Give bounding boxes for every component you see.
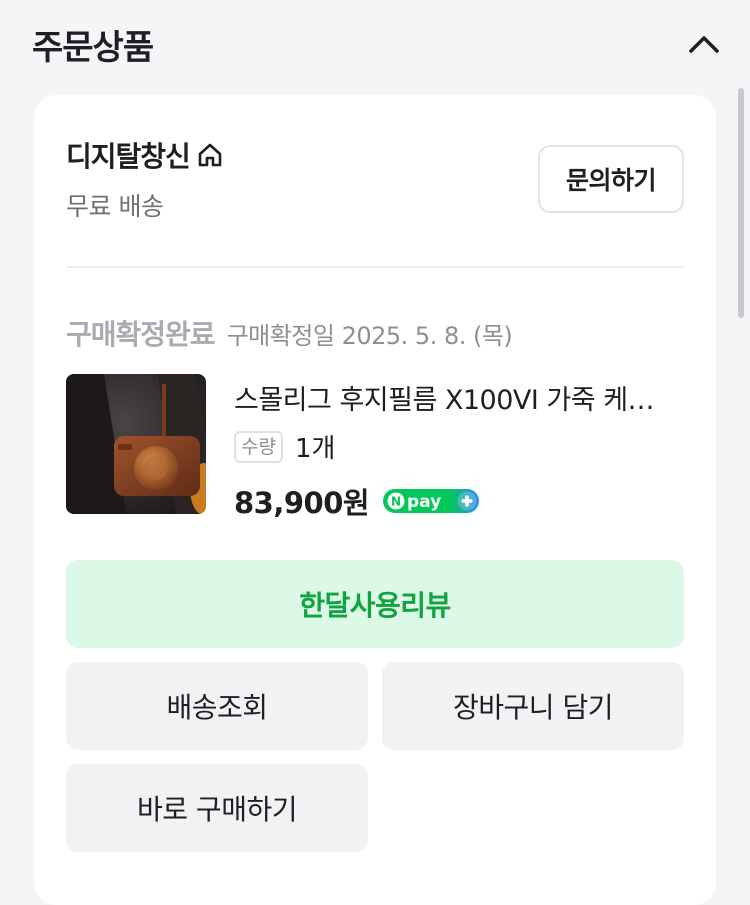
buy-now-button[interactable]: 바로 구매하기: [66, 764, 368, 852]
confirm-date: 구매확정일 2025. 5. 8. (목): [226, 322, 513, 350]
scrollbar[interactable]: [738, 88, 744, 318]
track-delivery-button[interactable]: 배송조회: [66, 662, 368, 750]
order-status: 구매확정완료: [66, 318, 216, 351]
divider: [66, 266, 684, 268]
order-status-row: 구매확정완료 구매확정일 2025. 5. 8. (목): [66, 313, 513, 353]
add-to-cart-button[interactable]: 장바구니 담기: [382, 662, 684, 750]
store-row: 디지탈창신 무료 배송 문의하기: [66, 135, 684, 225]
chevron-up-icon: [689, 36, 719, 53]
product-name[interactable]: 스몰리그 후지필름 X100VI 가죽 케이스: [234, 378, 674, 417]
quantity-badge: 수량: [234, 430, 283, 463]
store-name: 디지탈창신: [66, 140, 191, 173]
product-price: 83,900원: [234, 486, 370, 520]
shipping-info: 무료 배송: [66, 192, 164, 221]
npay-label: pay: [407, 492, 441, 512]
quantity-value: 1개: [294, 434, 336, 464]
home-icon: [196, 141, 224, 169]
review-button[interactable]: 한달사용리뷰: [66, 560, 684, 648]
order-items-header: 주문상품: [0, 0, 750, 90]
product-item[interactable]: 스몰리그 후지필름 X100VI 가죽 케이스 수량 1개 83,900원 N …: [66, 374, 684, 520]
product-image[interactable]: [66, 374, 206, 514]
section-title: 주문상품: [32, 28, 154, 68]
svg-text:N: N: [391, 495, 401, 509]
store-link[interactable]: 디지탈창신: [66, 135, 224, 175]
inquiry-button[interactable]: 문의하기: [538, 145, 684, 213]
quantity-row: 수량 1개: [234, 428, 335, 465]
price-row: 83,900원 N pay: [234, 480, 480, 522]
npay-plus-badge: N pay: [383, 487, 480, 515]
order-card: 디지탈창신 무료 배송 문의하기 구매확정완료 구매확정일 2025. 5. 8…: [34, 95, 716, 905]
collapse-button[interactable]: [684, 26, 724, 62]
